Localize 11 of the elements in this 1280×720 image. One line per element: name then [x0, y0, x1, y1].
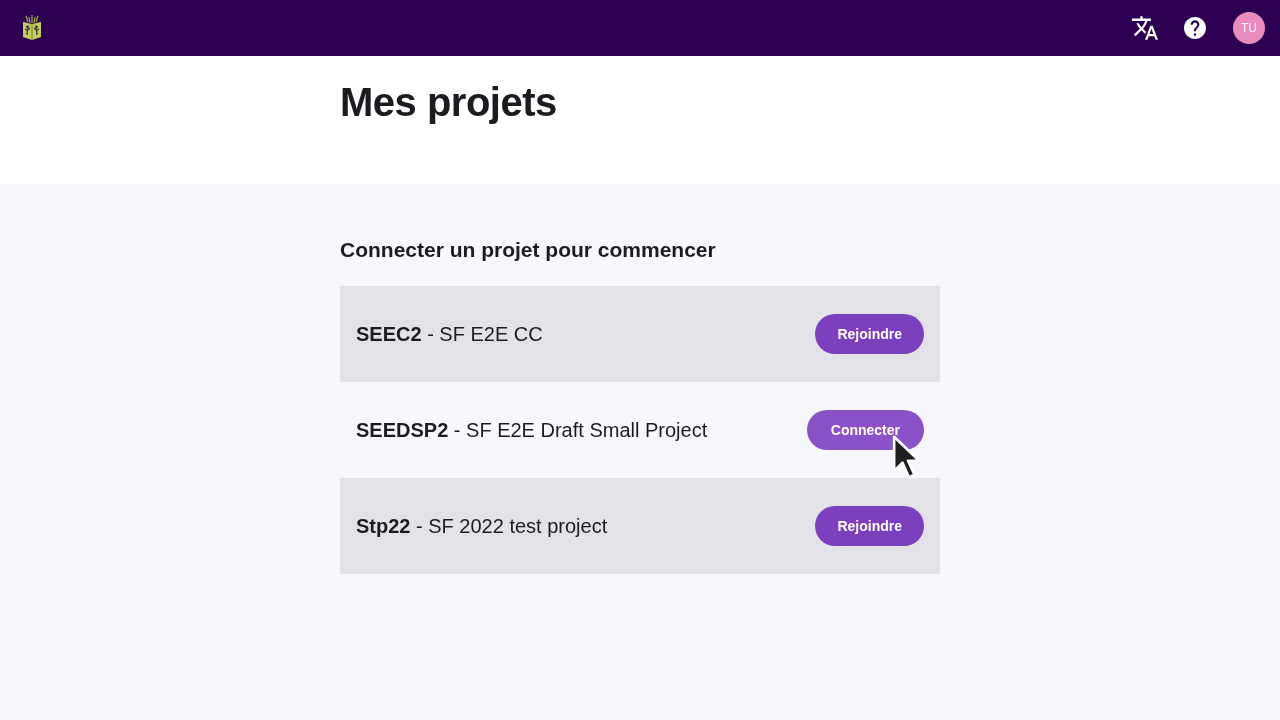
- project-action-button[interactable]: Rejoindre: [815, 506, 924, 546]
- project-name: Stp22 - SF 2022 test project: [356, 514, 609, 538]
- translate-icon: [1132, 15, 1158, 41]
- help-icon: [1184, 17, 1206, 39]
- project-name: SEEC2 - SF E2E CC: [356, 322, 544, 346]
- section-heading: Connecter un projet pour commencer: [340, 237, 717, 263]
- book-logo-icon: [20, 15, 44, 41]
- page-title: Mes projets: [340, 79, 558, 126]
- project-name: SEEDSP2 - SF E2E Draft Small Project: [356, 418, 709, 442]
- project-action-button[interactable]: Connecter: [806, 410, 924, 450]
- project-action-button[interactable]: Rejoindre: [815, 314, 924, 354]
